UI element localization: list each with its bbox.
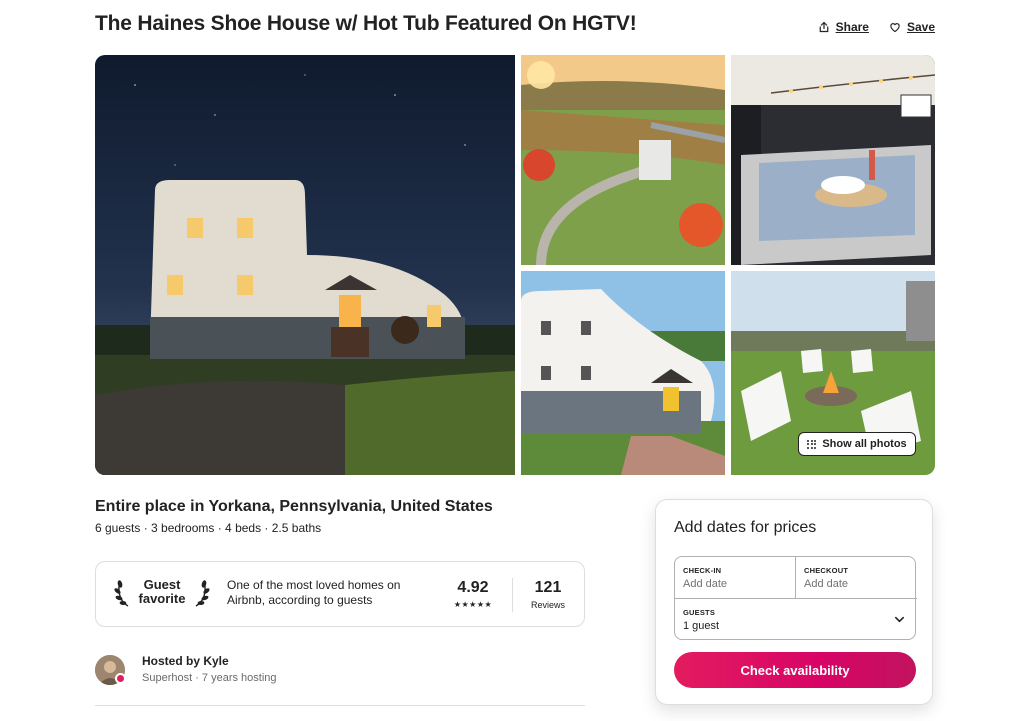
guests-label: GUESTS [683,608,716,617]
guest-favorite-line2: favorite [138,591,186,606]
reviews-count[interactable]: 121 [520,579,576,597]
check-availability-button[interactable]: Check availability [674,652,916,688]
laurel-left-icon [114,580,129,607]
reviews-label[interactable]: Reviews [520,600,576,610]
photo-exterior-day[interactable] [521,271,725,475]
photo-aerial-view[interactable] [521,55,725,265]
booking-title: Add dates for prices [674,519,817,536]
chevron-down-icon [895,616,904,623]
guest-favorite-label: Guest favorite [132,578,192,606]
share-label: Share [835,20,869,34]
divider [512,578,513,612]
guest-favorite-card[interactable]: Guest favorite One of the most loved hom… [95,561,585,627]
booking-card: Add dates for prices CHECK-IN Add date C… [655,499,933,705]
checkout-field[interactable]: CHECKOUT Add date [796,557,917,599]
photo-hot-tub[interactable] [731,55,935,265]
guests-select[interactable]: GUESTS 1 guest [675,599,917,641]
checkin-label: CHECK-IN [683,566,722,575]
rating-stars: ★★★★★ [453,600,493,609]
guests-value: 1 guest [683,620,720,632]
host-name: Hosted by Kyle [142,654,229,668]
divider [95,705,585,706]
show-all-photos-button[interactable]: Show all photos [798,432,916,456]
grid-dots-icon [807,439,817,449]
guest-favorite-description: One of the most loved homes on Airbnb, a… [227,578,401,607]
checkin-value: Add date [683,578,728,590]
photo-main-shoe-house-night[interactable] [95,55,515,475]
page-title: The Haines Shoe House w/ Hot Tub Feature… [95,12,637,35]
superhost-badge-icon [115,673,126,684]
share-icon [819,21,828,33]
host-meta: Superhost · 7 years hosting [142,672,277,684]
save-button[interactable]: Save [889,20,935,34]
share-button[interactable]: Share [818,20,869,34]
checkout-value: Add date [804,578,849,590]
listing-details: 6 guests · 3 bedrooms · 4 beds · 2.5 bat… [95,521,322,535]
top-actions: Share Save [818,20,935,34]
listing-subtitle: Entire place in Yorkana, Pennsylvania, U… [95,498,493,515]
rating-value: 4.92 [457,579,489,596]
checkin-field[interactable]: CHECK-IN Add date [675,557,796,599]
save-label: Save [906,20,935,34]
show-all-photos-label: Show all photos [822,438,907,450]
heart-icon [890,23,900,33]
guest-favorite-line1: Guest [143,577,181,592]
photo-gallery [95,55,935,475]
date-guest-picker: CHECK-IN Add date CHECKOUT Add date GUES… [674,556,917,641]
laurel-right-icon [195,580,210,607]
checkout-label: CHECKOUT [804,566,849,575]
